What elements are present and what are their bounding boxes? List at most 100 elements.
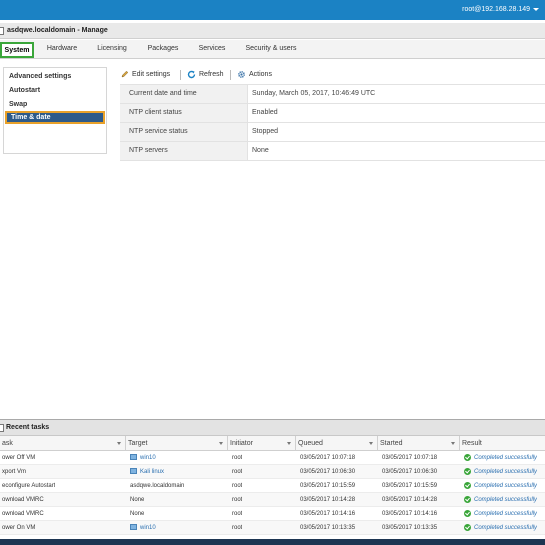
gear-icon — [238, 70, 245, 78]
tab-licensing[interactable]: Licensing — [90, 42, 134, 58]
detail-row: NTP service status Stopped — [120, 123, 545, 142]
task-name-cell: ownload VMRC — [0, 493, 44, 507]
task-started-cell: 03/05/2017 10:15:59 — [380, 479, 437, 493]
task-result-cell-text: Completed successfully — [474, 455, 538, 461]
tab-security-users[interactable]: Security & users — [238, 42, 304, 58]
column-result[interactable]: Result — [460, 436, 545, 451]
task-initiator-cell: root — [230, 521, 242, 535]
chevron-down-icon[interactable] — [219, 442, 223, 445]
task-initiator-cell: root — [230, 465, 242, 479]
task-name-cell-text: xport Vm — [2, 469, 27, 475]
check-circle-icon — [464, 453, 471, 461]
detail-value: Sunday, March 05, 2017, 10:46:49 UTC — [247, 85, 545, 103]
table-row[interactable]: econfigure Autostart asdqwe.localdomain ro… — [0, 479, 545, 493]
task-initiator-cell: root — [230, 451, 242, 465]
actions-button[interactable]: Actions — [237, 68, 272, 82]
user-label: root@192.168.28.149 — [462, 6, 530, 13]
vm-icon — [130, 468, 137, 475]
task-name-cell-text: ower On VM — [2, 525, 36, 531]
task-target-cell[interactable]: win10 — [128, 451, 156, 465]
task-result-cell: Completed successfully — [462, 451, 537, 465]
task-name-cell: xport Vm — [0, 465, 26, 479]
chevron-down-icon[interactable] — [117, 442, 121, 445]
task-started-cell-text: 03/05/2017 10:15:59 — [382, 483, 438, 489]
tab-services[interactable]: Services — [192, 42, 232, 58]
recent-tasks-header[interactable]: Recent tasks — [0, 420, 545, 436]
task-queued-cell-text: 03/05/2017 10:14:28 — [300, 497, 356, 503]
task-result-cell-text: Completed successfully — [474, 469, 538, 475]
top-bar: root@192.168.28.149 — [0, 0, 545, 20]
chevron-down-icon[interactable] — [451, 442, 455, 445]
task-result-cell-text: Completed successfully — [474, 483, 538, 489]
column-task[interactable]: ask — [0, 436, 126, 451]
task-target-cell-text: win10 — [140, 455, 156, 461]
task-started-cell-text: 03/05/2017 10:13:35 — [382, 525, 438, 531]
task-result-cell: Completed successfully — [462, 493, 537, 507]
bottom-bar — [0, 539, 545, 545]
edit-settings-button[interactable]: Edit settings — [121, 68, 170, 82]
column-result-label: Result — [462, 440, 482, 447]
chevron-down-icon[interactable] — [369, 442, 373, 445]
task-queued-cell: 03/05/2017 10:07:18 — [298, 451, 355, 465]
table-row[interactable]: ower Off VM win10 root 03/05/2017 10:07:18 0… — [0, 451, 545, 465]
column-initiator[interactable]: Initiator — [228, 436, 296, 451]
task-target-cell-text: asdqwe.localdomain — [130, 483, 185, 489]
user-menu[interactable]: root@192.168.28.149 — [462, 6, 539, 13]
check-circle-icon — [464, 481, 471, 489]
task-target-cell[interactable]: win10 — [128, 521, 156, 535]
column-target-label: Target — [128, 440, 148, 447]
task-queued-cell-text: 03/05/2017 10:13:35 — [300, 525, 356, 531]
task-queued-cell-text: 03/05/2017 10:07:18 — [300, 455, 356, 461]
table-row[interactable]: ownload VMRC None root 03/05/2017 10:14:28 0… — [0, 493, 545, 507]
task-started-cell: 03/05/2017 10:07:18 — [380, 451, 437, 465]
detail-row: Current date and time Sunday, March 05, 2… — [120, 85, 545, 104]
refresh-icon — [187, 70, 196, 78]
sidebar-item-advanced-settings[interactable]: Advanced settings — [5, 70, 105, 83]
task-result-cell-text: Completed successfully — [474, 511, 538, 517]
task-initiator-cell: root — [230, 479, 242, 493]
task-started-cell: 03/05/2017 10:06:30 — [380, 465, 437, 479]
detail-row: NTP servers None — [120, 142, 545, 161]
host-icon — [0, 27, 4, 35]
time-date-details: Current date and time Sunday, March 05, 2… — [120, 84, 545, 161]
column-target[interactable]: Target — [126, 436, 228, 451]
page-title: asdqwe.localdomain - Manage — [7, 27, 108, 34]
chevron-down-icon[interactable] — [287, 442, 291, 445]
task-started-cell-text: 03/05/2017 10:07:18 — [382, 455, 438, 461]
task-started-cell: 03/05/2017 10:14:16 — [380, 507, 437, 521]
detail-key: NTP client status — [120, 104, 247, 122]
task-queued-cell: 03/05/2017 10:14:16 — [298, 507, 355, 521]
edit-settings-label: Edit settings — [132, 71, 171, 78]
task-queued-cell: 03/05/2017 10:15:59 — [298, 479, 355, 493]
sidebar-item-autostart[interactable]: Autostart — [5, 84, 105, 97]
window-titlebar: asdqwe.localdomain - Manage — [0, 23, 545, 39]
tasks-column-headers: ask Target Initiator Queued Started Resu… — [0, 436, 545, 451]
sidebar-item-time-date[interactable]: Time & date — [5, 111, 105, 124]
task-target-cell[interactable]: Kali linux — [128, 465, 164, 479]
task-result-cell-text: Completed successfully — [474, 525, 538, 531]
task-started-cell-text: 03/05/2017 10:14:28 — [382, 497, 438, 503]
tab-packages[interactable]: Packages — [140, 42, 186, 58]
task-result-cell: Completed successfully — [462, 479, 537, 493]
tab-system[interactable]: System — [0, 42, 34, 58]
column-queued[interactable]: Queued — [296, 436, 378, 451]
sidebar-item-swap[interactable]: Swap — [5, 98, 105, 111]
task-started-cell: 03/05/2017 10:13:35 — [380, 521, 437, 535]
task-target-cell: None — [128, 507, 144, 521]
detail-row: NTP client status Enabled — [120, 104, 545, 123]
check-circle-icon — [464, 495, 471, 503]
table-row[interactable]: ownload VMRC None root 03/05/2017 10:14:16 0… — [0, 507, 545, 521]
vm-icon — [130, 454, 137, 461]
detail-value: Stopped — [247, 123, 545, 141]
recent-tasks-title: Recent tasks — [6, 424, 50, 431]
task-started-cell-text: 03/05/2017 10:14:16 — [382, 511, 438, 517]
task-queued-cell-text: 03/05/2017 10:14:16 — [300, 511, 356, 517]
table-row[interactable]: ower On VM win10 root 03/05/2017 10:13:35 03… — [0, 521, 545, 535]
column-started-label: Started — [380, 440, 403, 447]
tab-hardware[interactable]: Hardware — [40, 42, 84, 58]
toolbar-divider — [230, 70, 231, 80]
refresh-button[interactable]: Refresh — [187, 68, 224, 82]
column-started[interactable]: Started — [378, 436, 460, 451]
task-queued-cell-text: 03/05/2017 10:15:59 — [300, 483, 356, 489]
table-row[interactable]: xport Vm Kali linux root 03/05/2017 10:06:3… — [0, 465, 545, 479]
